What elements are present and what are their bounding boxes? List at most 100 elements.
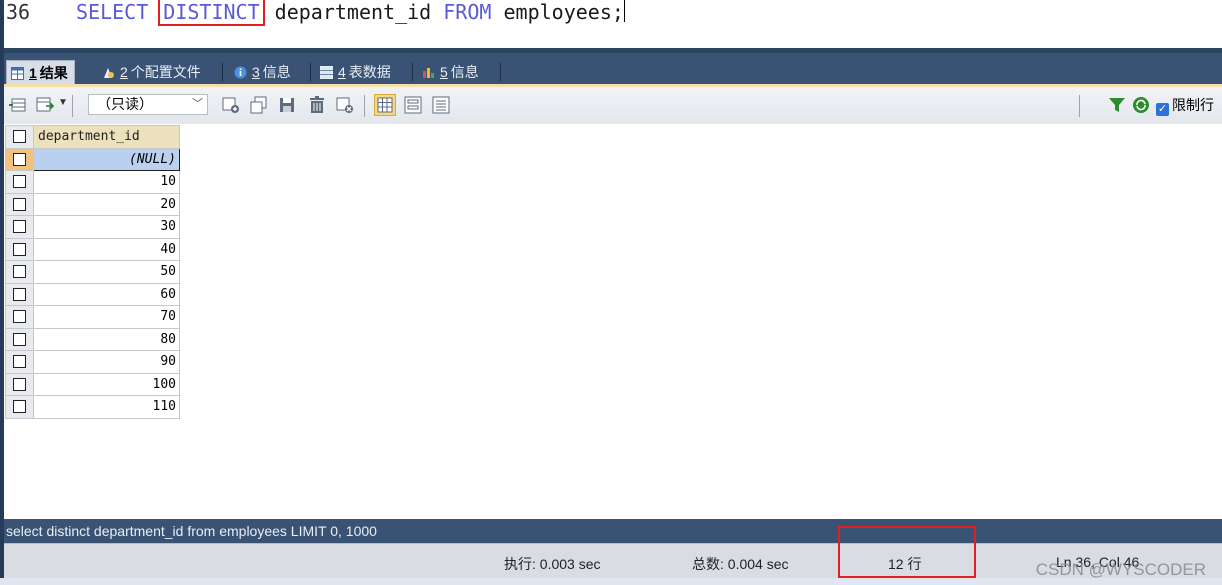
table-row[interactable]: 40: [5, 237, 180, 261]
table-row[interactable]: 70: [5, 305, 180, 329]
table-row[interactable]: 110: [5, 395, 180, 419]
table-cell[interactable]: 90: [33, 350, 180, 374]
row-selector[interactable]: [5, 260, 34, 284]
grid-view-icon[interactable]: [374, 94, 396, 116]
mode-select-value: （只读）: [97, 96, 153, 112]
table-cell[interactable]: (NULL): [33, 147, 180, 171]
table-cell[interactable]: 80: [33, 327, 180, 351]
table-name: employees;: [503, 0, 624, 24]
mode-select[interactable]: （只读） ﹀: [88, 94, 208, 115]
cancel-changes-icon[interactable]: [336, 96, 354, 114]
total-time: 总数: 0.004 sec: [692, 556, 789, 572]
table-row[interactable]: 80: [5, 327, 180, 351]
tab-results[interactable]: 1 结果: [6, 60, 75, 85]
row-checkbox[interactable]: [13, 242, 26, 256]
result-grid[interactable]: department_id (NULL) 10 20 30 40 50 60 7…: [5, 125, 180, 419]
toolbar-divider: [1079, 95, 1080, 117]
row-checkbox[interactable]: [13, 152, 26, 166]
keyword-from: FROM: [443, 0, 492, 24]
delete-icon[interactable]: [308, 96, 326, 114]
row-selector[interactable]: [5, 237, 34, 261]
add-row-icon[interactable]: [222, 96, 240, 114]
table-row[interactable]: 90: [5, 350, 180, 374]
row-selector[interactable]: [5, 147, 34, 171]
table-cell[interactable]: 40: [33, 237, 180, 261]
import-grid-icon[interactable]: [36, 96, 54, 114]
results-grid-icon: [11, 67, 24, 80]
table-row[interactable]: (NULL): [5, 147, 180, 171]
tab-number: 5: [440, 64, 448, 80]
table-cell[interactable]: 10: [33, 170, 180, 194]
row-checkbox[interactable]: [13, 175, 26, 189]
chevron-down-icon: ﹀: [192, 98, 203, 110]
limit-checkbox[interactable]: ✓: [1156, 103, 1169, 116]
form-view-icon[interactable]: [404, 96, 422, 114]
row-checkbox[interactable]: [13, 355, 26, 369]
table-row[interactable]: 100: [5, 372, 180, 396]
profile-icon: [104, 68, 114, 78]
info-chart-icon: [423, 68, 434, 78]
save-icon[interactable]: [278, 96, 296, 114]
row-checkbox[interactable]: [13, 220, 26, 234]
column-header[interactable]: department_id: [33, 125, 180, 149]
tab-label: 个配置文件: [130, 64, 201, 80]
table-cell[interactable]: 20: [33, 192, 180, 216]
chevron-down-icon[interactable]: ▼: [58, 97, 68, 108]
table-row[interactable]: 20: [5, 192, 180, 216]
result-toolbar: ▼ （只读） ﹀ ✓ 限制行: [4, 84, 1222, 124]
export-grid-icon[interactable]: [8, 96, 26, 114]
tab-number: 3: [252, 64, 260, 80]
refresh-icon[interactable]: [1132, 96, 1150, 114]
limit-rows-toggle[interactable]: ✓ 限制行: [1108, 96, 1214, 116]
select-all-checkbox[interactable]: [13, 130, 26, 144]
row-checkbox[interactable]: [13, 332, 26, 346]
row-checkbox[interactable]: [13, 287, 26, 301]
table-cell[interactable]: 60: [33, 282, 180, 306]
table-cell[interactable]: 110: [33, 395, 180, 419]
tab-table-data[interactable]: 4 表数据: [316, 60, 397, 84]
row-checkbox[interactable]: [13, 377, 26, 391]
table-row[interactable]: 50: [5, 260, 180, 284]
tab-number: 4: [338, 64, 346, 80]
table-row[interactable]: 10: [5, 170, 180, 194]
row-selector[interactable]: [5, 372, 34, 396]
row-selector[interactable]: [5, 215, 34, 239]
tab-label: 信息: [262, 64, 291, 80]
row-selector[interactable]: [5, 327, 34, 351]
row-selector[interactable]: [5, 395, 34, 419]
row-selector[interactable]: [5, 282, 34, 306]
row-selector[interactable]: [5, 305, 34, 329]
filter-icon[interactable]: [1108, 96, 1126, 114]
row-checkbox[interactable]: [13, 310, 26, 324]
tab-profiles[interactable]: 2 个配置文件: [98, 60, 207, 84]
table-cell[interactable]: 30: [33, 215, 180, 239]
tab-info-2[interactable]: 5 信息: [418, 60, 485, 84]
row-selector[interactable]: [5, 192, 34, 216]
text-caret: [623, 0, 625, 22]
row-count-highlight: [838, 526, 976, 578]
tab-info[interactable]: 3 信息: [230, 60, 297, 84]
row-checkbox[interactable]: [13, 197, 26, 211]
table-cell[interactable]: 50: [33, 260, 180, 284]
duplicate-row-icon[interactable]: [250, 96, 268, 114]
row-checkbox[interactable]: [13, 265, 26, 279]
table-row[interactable]: 30: [5, 215, 180, 239]
row-selector[interactable]: [5, 350, 34, 374]
column-name: department_id: [274, 0, 432, 24]
text-view-icon[interactable]: [432, 96, 450, 114]
select-all-cell[interactable]: [5, 125, 34, 149]
tab-label: 表数据: [348, 64, 391, 80]
sql-editor[interactable]: 36 SELECT DISTINCT department_id FROM em…: [4, 0, 1222, 48]
line-number: 36: [6, 0, 31, 24]
row-selector[interactable]: [5, 170, 34, 194]
table-cell[interactable]: 100: [33, 372, 180, 396]
row-checkbox[interactable]: [13, 400, 26, 414]
tab-label: 信息: [450, 64, 479, 80]
tab-label: 结果: [39, 65, 68, 81]
sql-statement[interactable]: SELECT DISTINCT department_id FROM emplo…: [76, 0, 625, 26]
result-tabs: 1 结果 2 个配置文件 3 信息 4 表数据 5 信息: [4, 48, 1222, 85]
table-row[interactable]: 60: [5, 282, 180, 306]
table-cell[interactable]: 70: [33, 305, 180, 329]
tab-divider: [500, 63, 501, 81]
executed-query: select distinct department_id from emplo…: [6, 523, 377, 539]
